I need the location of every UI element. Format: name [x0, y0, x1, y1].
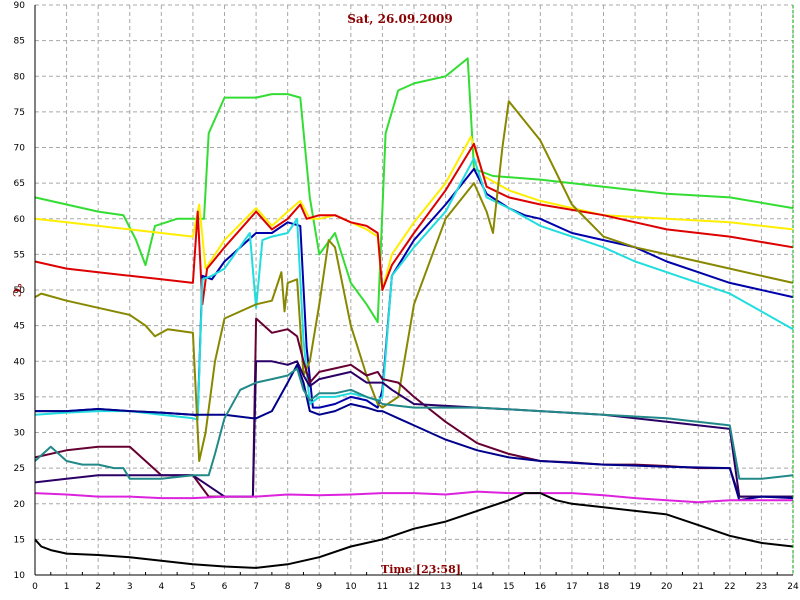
y-tick-label: 65: [14, 179, 25, 189]
x-tick-label: 24: [787, 582, 799, 592]
x-tick-label: 7: [253, 582, 259, 592]
x-tick-label: 17: [566, 582, 577, 592]
y-tick-label: 85: [14, 37, 25, 47]
chart-title: Sat, 26.09.2009: [347, 12, 453, 26]
x-tick-label: 9: [316, 582, 322, 592]
x-axis-label: Time [23:58]: [381, 563, 461, 576]
x-tick-label: 10: [345, 582, 357, 592]
y-tick-label: 10: [14, 571, 26, 581]
x-tick-label: 13: [440, 582, 451, 592]
y-tick-label: 40: [14, 357, 26, 367]
x-tick-label: 19: [629, 582, 641, 592]
x-tick-label: 6: [222, 582, 228, 592]
y-tick-label: 15: [14, 535, 25, 545]
x-tick-label: 14: [471, 582, 483, 592]
y-tick-label: 60: [14, 215, 26, 225]
x-tick-label: 20: [661, 582, 673, 592]
x-tick-label: 4: [158, 582, 164, 592]
x-tick-label: 3: [127, 582, 133, 592]
x-tick-label: 23: [756, 582, 767, 592]
x-tick-label: 5: [190, 582, 196, 592]
x-tick-label: 2: [95, 582, 101, 592]
y-tick-label: 45: [14, 322, 25, 332]
y-tick-label: 25: [14, 464, 25, 474]
y-tick-label: 75: [14, 108, 25, 118]
x-tick-label: 8: [285, 582, 291, 592]
temperature-chart: 0 1 2 3 4 5 6 7 8 9 10 11 12 13 14 15 16 17 18 19 20 21 22 23 24…: [0, 0, 800, 600]
x-tick-label: 21: [693, 582, 704, 592]
x-tick-label: 22: [724, 582, 735, 592]
y-axis-label: °C: [10, 283, 23, 298]
x-tick-label: 16: [535, 582, 547, 592]
y-tick-label: 80: [14, 72, 26, 82]
y-tick-label: 20: [14, 500, 26, 510]
y-tick-label: 90: [14, 1, 26, 11]
y-tick-label: 30: [14, 429, 26, 439]
chart-svg: 0 1 2 3 4 5 6 7 8 9 10 11 12 13 14 15 16 17 18 19 20 21 22 23 24…: [0, 0, 800, 600]
y-tick-label: 35: [14, 393, 25, 403]
x-tick-label: 0: [32, 582, 38, 592]
y-tick-label: 55: [14, 250, 25, 260]
x-tick-label: 18: [598, 582, 610, 592]
x-tick-label: 11: [377, 582, 388, 592]
y-tick-label: 70: [14, 144, 26, 154]
x-tick-label: 12: [408, 582, 419, 592]
x-tick-label: 15: [503, 582, 514, 592]
x-tick-label: 1: [64, 582, 70, 592]
